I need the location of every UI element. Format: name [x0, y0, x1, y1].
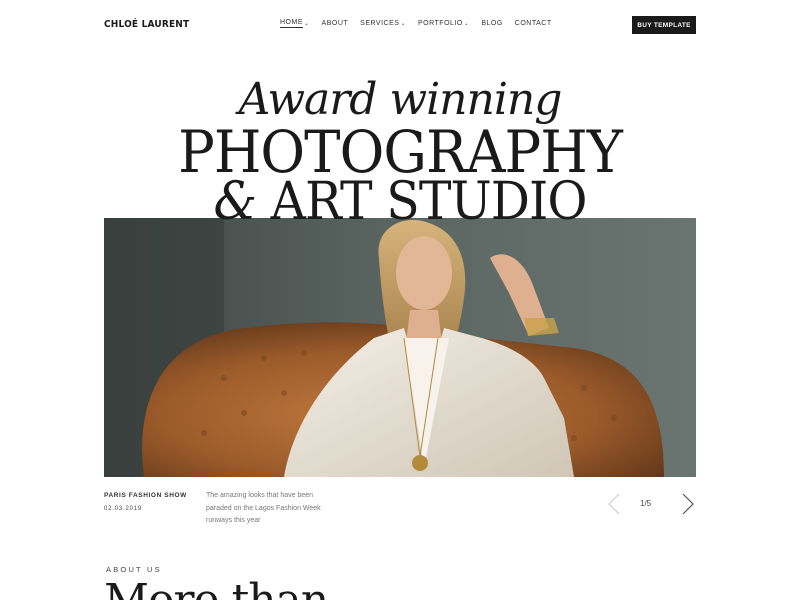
- nav-item-label: BLOG: [481, 20, 503, 27]
- nav-item-blog[interactable]: BLOG: [481, 19, 502, 28]
- nav-item-label: SERVICES: [360, 20, 400, 27]
- hero-headline-sub: & ART STUDIO: [24, 172, 776, 232]
- nav-item-home[interactable]: HOME ⌄: [280, 19, 310, 28]
- about-section-label: ABOUT US: [106, 565, 162, 574]
- chevron-down-icon: ⌄: [400, 21, 406, 27]
- nav-item-contact[interactable]: CONTACT: [515, 19, 552, 28]
- buy-template-button[interactable]: BUY TEMPLATE: [632, 16, 696, 34]
- about-heading: More than: [104, 575, 329, 600]
- brand-logo[interactable]: CHLOÉ LAURENT: [104, 19, 189, 30]
- slide-date: 02.03.2019: [104, 506, 143, 512]
- slide-counter: 1/5: [640, 499, 652, 508]
- nav-item-label: CONTACT: [514, 20, 552, 27]
- slide-title: PARIS FASHION SHOW: [104, 492, 187, 499]
- nav-item-services[interactable]: SERVICES ⌄: [360, 19, 406, 28]
- slide-description: The amazing looks that have been paraded…: [206, 492, 321, 524]
- main-nav: HOME ⌄ ABOUT SERVICES ⌄ PORTFOLIO ⌄ BLOG…: [280, 19, 564, 28]
- chevron-left-icon: [608, 493, 620, 515]
- nav-item-label: ABOUT: [321, 20, 349, 27]
- chevron-down-icon: ⌄: [304, 21, 310, 27]
- slider-prev-button[interactable]: [604, 492, 624, 516]
- nav-item-portfolio[interactable]: PORTFOLIO ⌄: [418, 19, 469, 28]
- hero-image: [104, 218, 696, 477]
- hero-headline-sub-text: ART STUDIO: [270, 172, 588, 232]
- nav-item-label: PORTFOLIO: [417, 20, 463, 27]
- chevron-right-icon: [682, 493, 694, 515]
- nav-item-label: HOME: [280, 19, 303, 28]
- ampersand: &: [213, 172, 257, 232]
- chevron-down-icon: ⌄: [463, 21, 470, 27]
- slider-next-button[interactable]: [678, 492, 698, 516]
- nav-item-about[interactable]: ABOUT: [322, 19, 349, 28]
